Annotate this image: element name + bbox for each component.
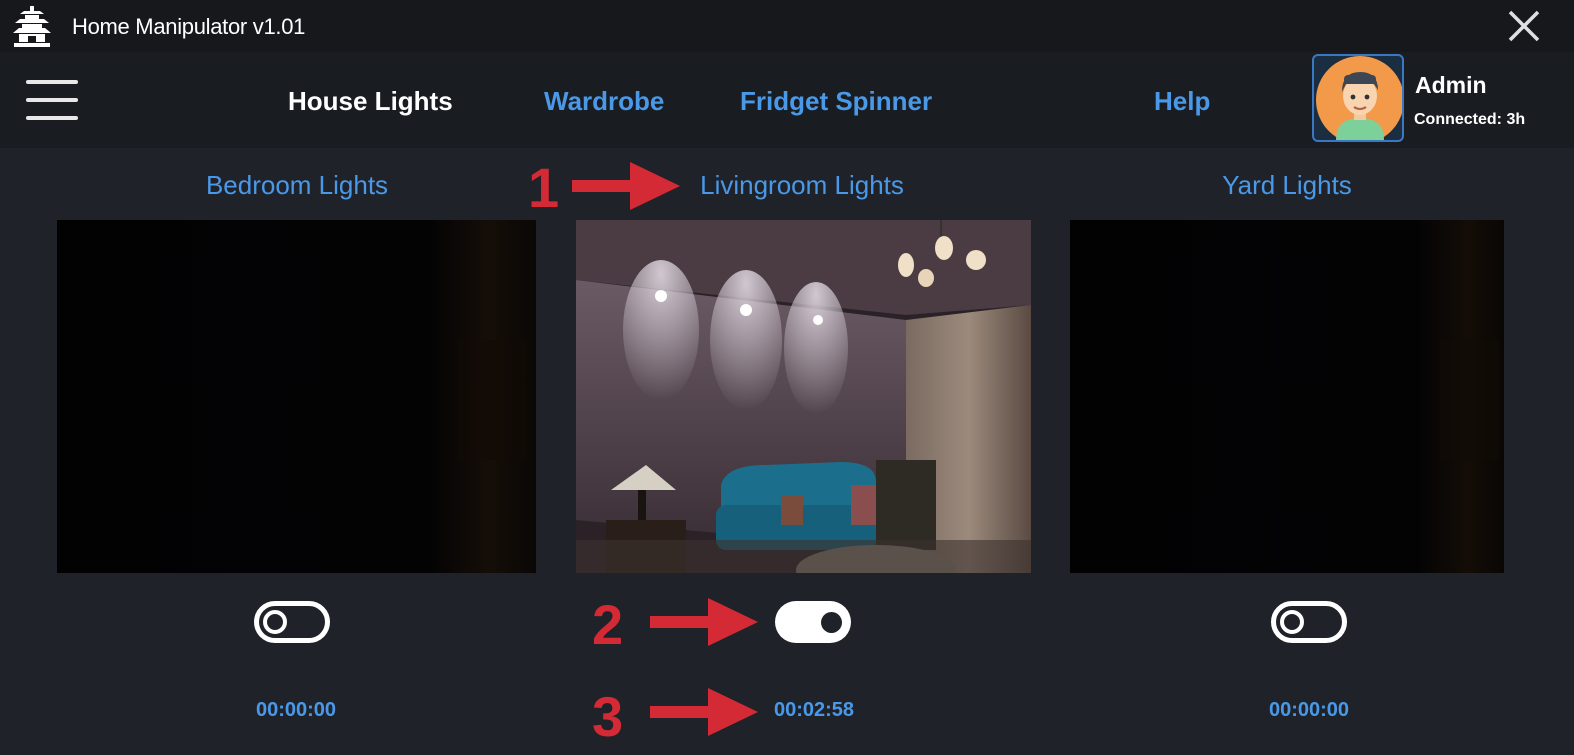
nav-tab-wardrobe[interactable]: Wardrobe [544,86,664,117]
nav-tab-house-lights[interactable]: House Lights [288,86,453,117]
livingroom-timer: 00:02:58 [773,699,855,721]
yard-lights-toggle[interactable] [1271,601,1347,643]
connection-status: Connected: 3h [1414,111,1526,128]
nav-tab-help[interactable]: Help [1154,86,1210,117]
user-avatar-icon [1316,56,1402,140]
yard-dark-image [1070,220,1504,573]
bedroom-dark-image [57,220,536,573]
livingroom-camera-view [576,220,1031,573]
livingroom-lights-toggle[interactable] [775,601,851,643]
annotation-number-2: 2 [592,593,624,656]
avatar[interactable] [1312,54,1404,142]
livingroom-photo [576,220,1031,573]
yard-camera-view [1070,220,1504,573]
annotation-number-1: 1 [528,156,560,219]
yard-timer: 00:00:00 [1268,699,1350,721]
pagoda-icon [13,6,51,47]
panel-title-yard: Yard Lights [1222,170,1352,200]
nav-tab-fridget-spinner[interactable]: Fridget Spinner [740,86,932,117]
panel-title-bedroom: Bedroom Lights [205,170,389,200]
panel-title-livingroom: Livingroom Lights [700,170,904,200]
bedroom-camera-view [57,220,536,573]
close-icon[interactable] [1506,8,1542,44]
annotation-number-3: 3 [592,685,624,748]
bedroom-timer: 00:00:00 [255,699,337,721]
annotation-arrow-icon [572,162,680,210]
hamburger-menu-icon[interactable] [26,80,78,122]
title-bar: Home Manipulator v1.01 [0,0,1574,52]
annotation-arrow-icon [650,688,758,736]
bedroom-lights-toggle[interactable] [254,601,330,643]
app-title: Home Manipulator v1.01 [72,14,306,39]
user-name: Admin [1415,72,1487,98]
annotation-arrow-icon [650,598,758,646]
